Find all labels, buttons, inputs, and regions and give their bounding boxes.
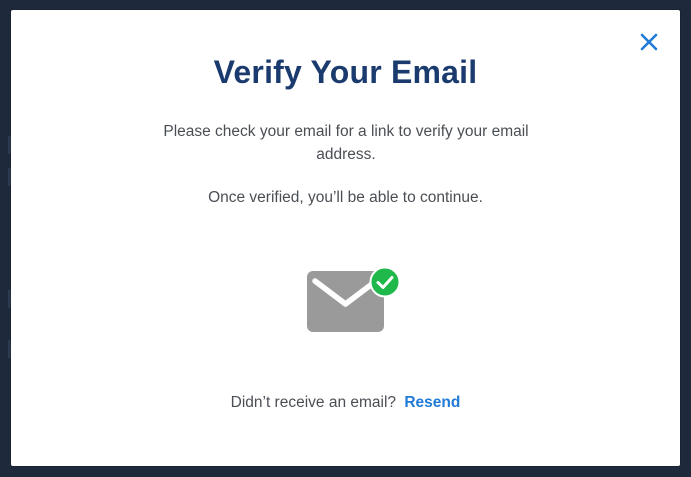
mail-verified-illustration <box>305 254 405 336</box>
resend-row: Didn’t receive an email? Resend <box>11 394 680 412</box>
continue-text: Once verified, you’ll be able to continu… <box>208 189 483 206</box>
close-button[interactable] <box>636 29 662 55</box>
verify-email-modal: Verify Your Email Please check your emai… <box>11 10 680 466</box>
close-icon <box>640 33 658 51</box>
resend-link[interactable]: Resend <box>404 394 460 411</box>
resend-prompt: Didn’t receive an email? <box>230 394 397 411</box>
modal-title: Verify Your Email <box>213 54 478 90</box>
check-circle-icon <box>369 266 401 298</box>
instruction-text: Please check your email for a link to ve… <box>163 123 529 163</box>
